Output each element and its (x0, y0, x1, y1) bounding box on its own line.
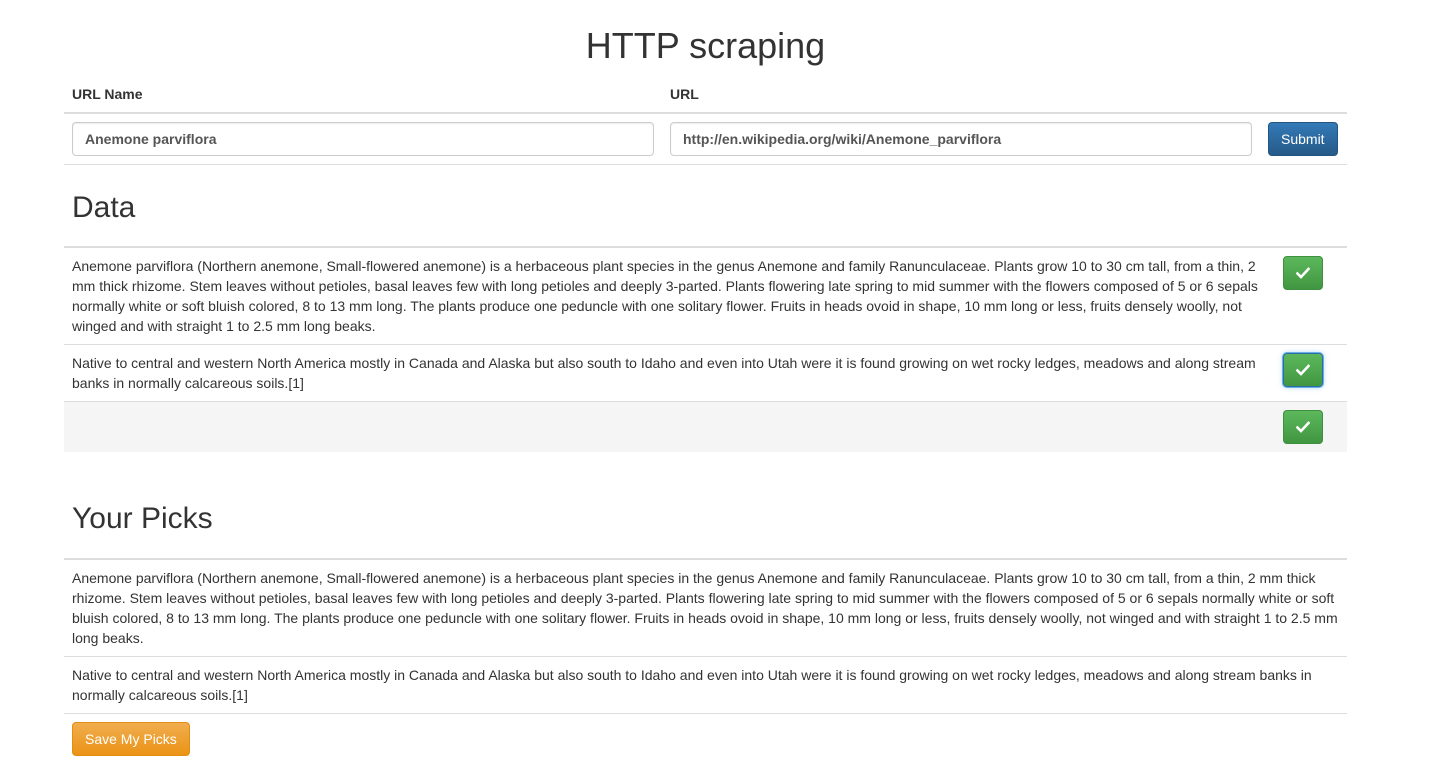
data-row: Native to central and western North Amer… (64, 344, 1347, 402)
save-picks-button[interactable]: Save My Picks (72, 722, 190, 756)
url-name-header: URL Name (64, 73, 662, 114)
action-header (1260, 73, 1347, 114)
data-table: Anemone parviflora (Northern anemone, Sm… (64, 246, 1347, 452)
data-heading: Data (72, 191, 136, 224)
page-title: HTTP scraping (585, 25, 826, 66)
check-icon (1296, 267, 1310, 279)
url-input[interactable] (670, 122, 1252, 156)
url-name-input[interactable] (72, 122, 654, 156)
pick-button[interactable] (1283, 410, 1323, 444)
pick-row: Anemone parviflora (Northern anemone, Sm… (64, 559, 1347, 657)
data-row-text (64, 401, 1269, 452)
pick-row: Native to central and western North Amer… (64, 656, 1347, 714)
picks-heading: Your Picks (72, 502, 213, 535)
data-row (64, 401, 1347, 452)
data-row: Anemone parviflora (Northern anemone, Sm… (64, 247, 1347, 345)
pick-row-text: Native to central and western North Amer… (64, 656, 1347, 714)
picks-actions: Save My Picks (64, 714, 1347, 764)
pick-button[interactable] (1283, 353, 1323, 387)
check-icon (1296, 421, 1310, 433)
pick-button[interactable] (1283, 256, 1323, 290)
check-icon (1296, 364, 1310, 376)
submit-button[interactable]: Submit (1268, 122, 1338, 156)
url-form: URL Name URL Submit (64, 73, 1347, 165)
data-row-text: Native to central and western North Amer… (64, 344, 1269, 402)
data-row-text: Anemone parviflora (Northern anemone, Sm… (64, 247, 1269, 345)
form-row: Submit (64, 113, 1347, 165)
main-container: HTTP scraping URL Name URL Submit (64, 0, 1347, 764)
picks-table: Anemone parviflora (Northern anemone, Sm… (64, 558, 1347, 714)
pick-row-text: Anemone parviflora (Northern anemone, Sm… (64, 559, 1347, 657)
url-header: URL (662, 73, 1260, 114)
